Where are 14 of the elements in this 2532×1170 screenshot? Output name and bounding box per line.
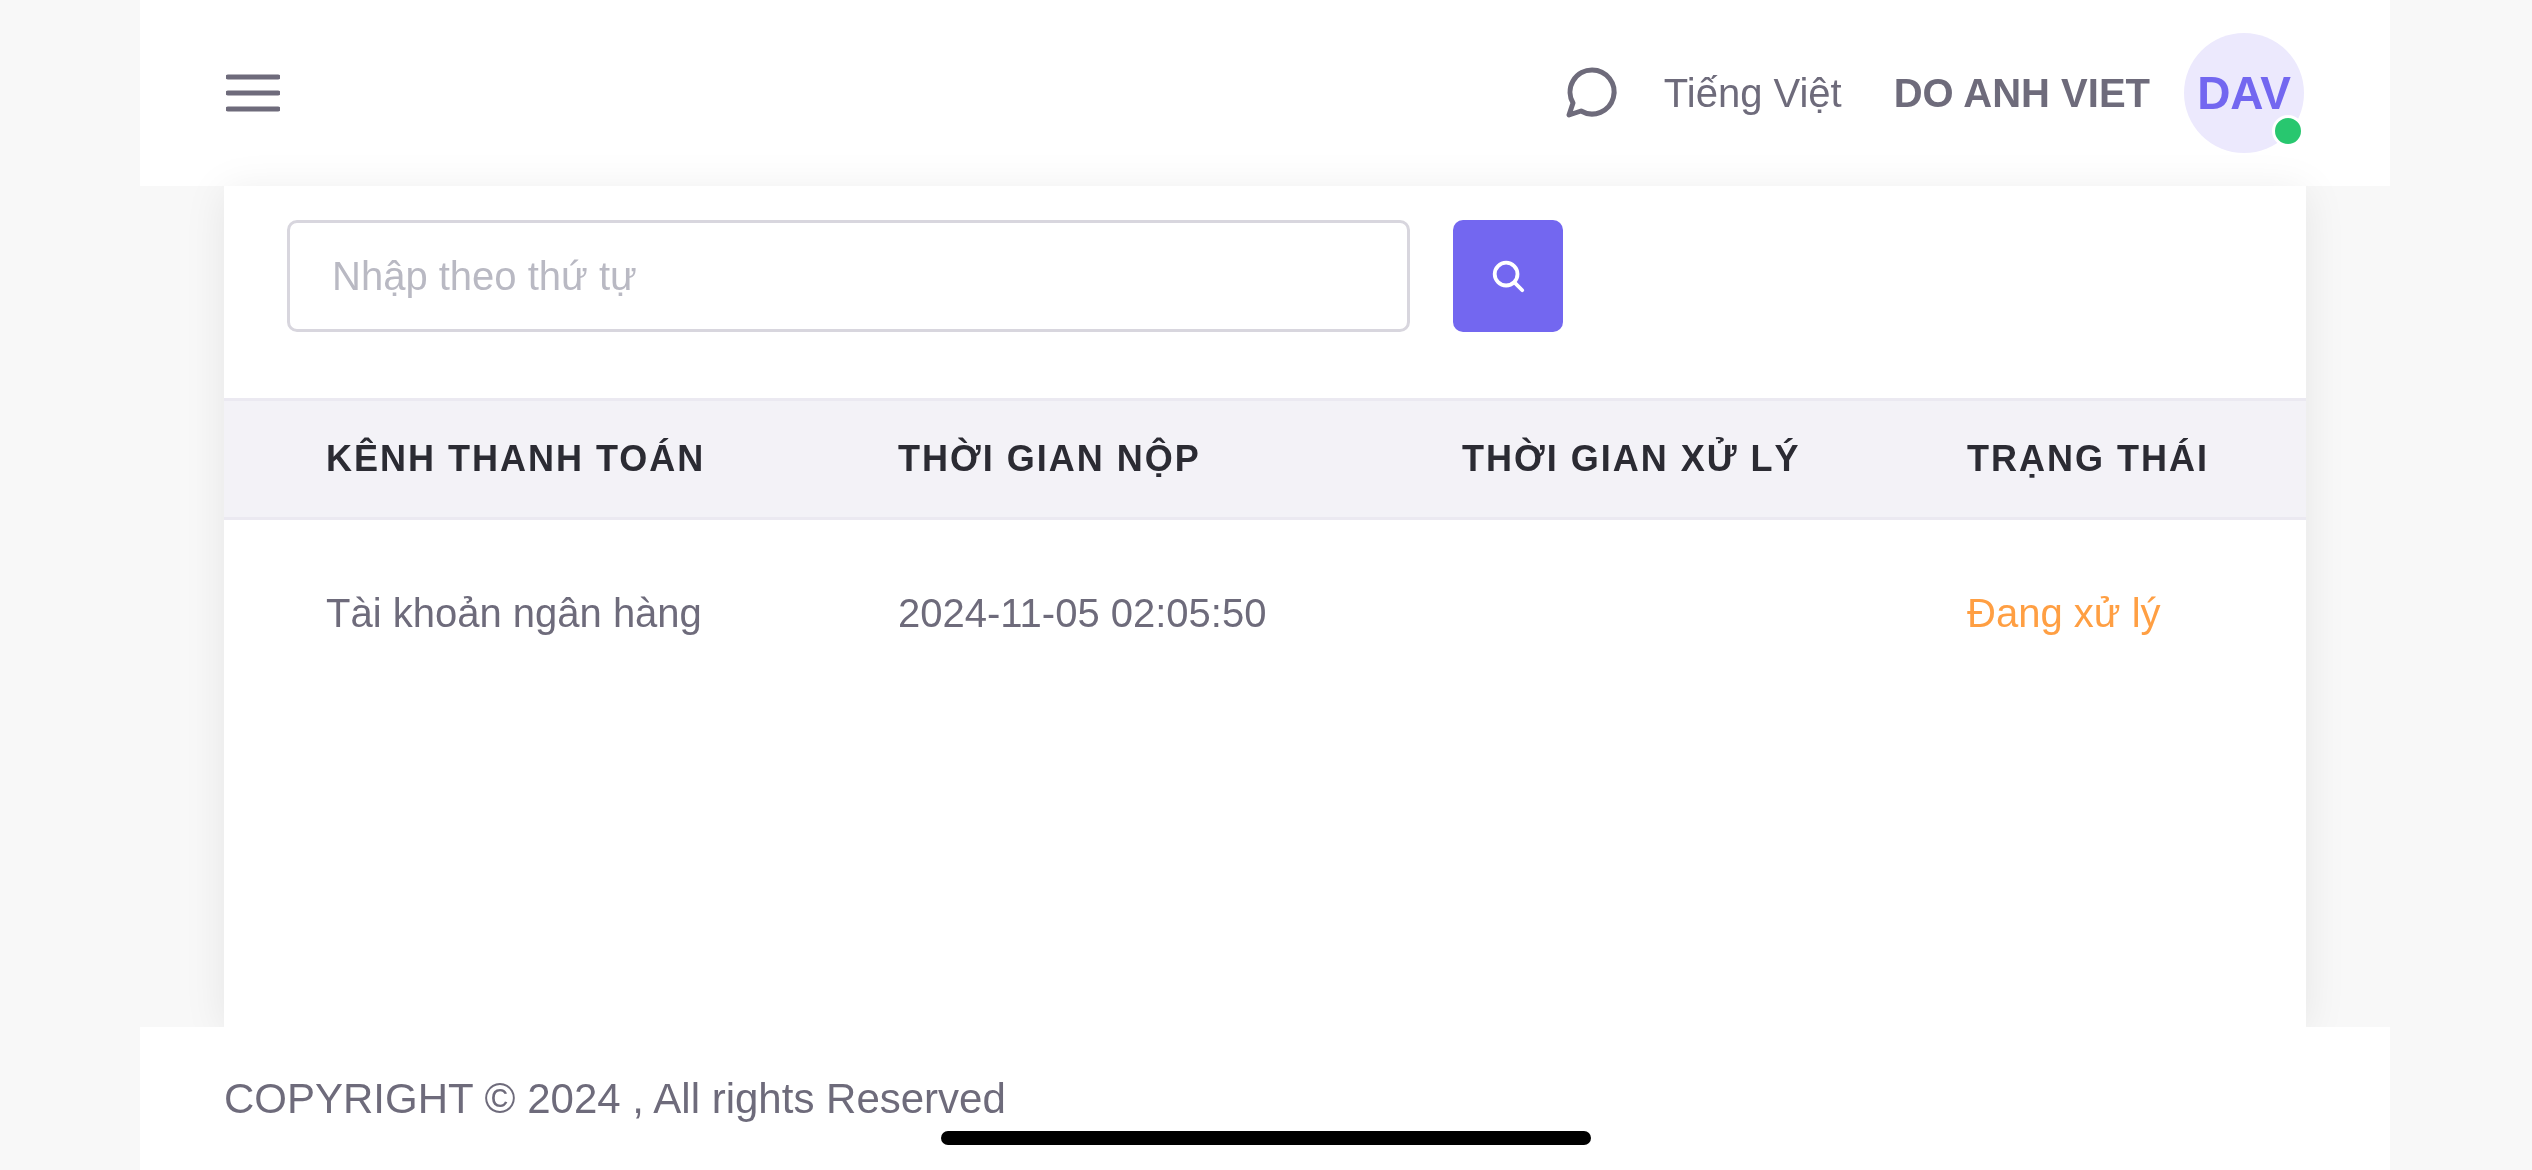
column-header: KÊNH THANH TOÁN bbox=[326, 438, 707, 480]
search-button[interactable] bbox=[1453, 220, 1563, 332]
copyright-text: COPYRIGHT © 2024 , All rights Reserved bbox=[224, 1074, 1006, 1123]
table-cell-text: 2024-11-05 02:05:50 bbox=[898, 590, 1268, 636]
table-cell-text: Tài khoản ngân hàng bbox=[326, 590, 703, 636]
language-selector[interactable]: Tiếng Việt bbox=[1663, 70, 1842, 116]
menu-icon[interactable] bbox=[226, 73, 280, 113]
column-header: THỜI GIAN XỬ LÝ bbox=[1462, 438, 1802, 480]
column-header: THỜI GIAN NỘP bbox=[898, 438, 1202, 480]
search-field[interactable]: Nhập theo thứ tự bbox=[287, 220, 1410, 332]
status-text: Đang xử lý bbox=[1967, 590, 2161, 636]
user-avatar[interactable]: DAV bbox=[2184, 33, 2304, 153]
user-name[interactable]: DO ANH VIET bbox=[1893, 70, 2150, 116]
column-header: TRẠNG THÁI bbox=[1967, 438, 2209, 480]
